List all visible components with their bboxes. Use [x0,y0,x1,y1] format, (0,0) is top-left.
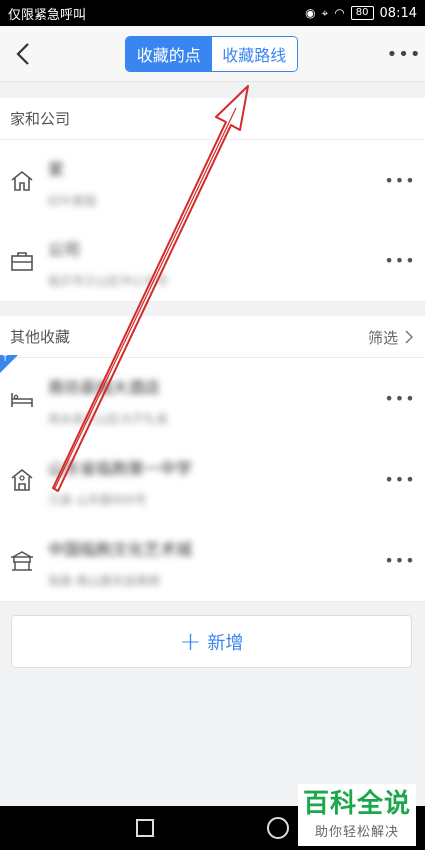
filter-button[interactable]: 筛选 [368,316,413,358]
culture-city-text: 中国临朐文化艺术城 张路 南山路东延南侧 [48,536,318,589]
list-item-title: 中国临朐文化艺术城 [48,540,193,559]
status-time: 08:14 [379,5,417,21]
section-title-others: 其他收藏 筛选 [0,316,425,358]
building-icon [8,547,36,575]
list-item-school[interactable]: 山东省临朐第一中学 兰县 山东路900号 ••• [0,439,425,521]
list-item-hotel[interactable]: 南坊县城大酒店 商水县兰山区大厅礼县 ••• [0,358,425,440]
back-button[interactable] [10,40,36,68]
list-item-home[interactable]: 家 红叶家园 ••• [0,140,425,222]
watermark-subtitle: 助你轻松解决 [314,824,399,840]
list-item-subtitle: 红叶家园 [48,194,97,208]
company-text: 公司 临沂市兰山区中心中号 [48,236,318,289]
list-item-title: 南坊县城大酒店 [48,378,161,397]
bed-icon [8,385,36,413]
signal-icon: ◉ [305,6,316,20]
row-more-button[interactable]: ••• [384,249,414,271]
plus-icon: + [179,626,202,657]
chevron-left-icon [16,43,29,65]
filter-label: 筛选 [367,328,398,347]
home-icon [8,167,36,195]
list-item-subtitle: 张路 南山路东延南侧 [48,574,160,588]
row-more-button[interactable]: ••• [384,549,414,571]
header: 收藏的点 收藏路线 ••• [0,26,425,82]
watermark-logo: 百科全说 助你轻松解决 [298,784,416,846]
list-item-title: 家 [48,160,65,179]
list-item-subtitle: 兰县 山东路900号 [48,493,147,507]
home-text: 家 红叶家园 [48,156,318,209]
header-more-button[interactable]: ••• [387,42,421,66]
list-item-culture-city[interactable]: 中国临朐文化艺术城 张路 南山路东延南侧 ••• [0,520,425,602]
status-bar: 仅限紧急呼叫 ◉ ⌖ ◠ 80 08:14 [0,0,425,26]
list-item-title: 公司 [48,240,81,259]
row-more-button[interactable]: ••• [384,387,414,409]
section-others-label: 其他收藏 [10,328,71,346]
briefcase-icon [8,247,36,275]
battery-icon: 80 [350,6,374,20]
tab-favorite-routes[interactable]: 收藏路线 [211,37,297,71]
tab-favorite-points[interactable]: 收藏的点 [126,37,212,71]
section-title-home-company: 家和公司 [0,98,425,140]
add-new-label: 新增 [207,632,244,654]
hotel-text: 南坊县城大酒店 商水县兰山区大厅礼县 [48,374,318,427]
list-item-company[interactable]: 公司 临沂市兰山区中心中号 ••• [0,220,425,302]
list-item-subtitle: 商水县兰山区大厅礼县 [48,412,169,426]
recent-apps-button[interactable] [136,819,155,837]
list-item-subtitle: 临沂市兰山区中心中号 [48,274,169,288]
add-new-button[interactable]: + 新增 [11,615,412,668]
segmented-control: 收藏的点 收藏路线 [125,36,298,72]
watermark-title: 百科全说 [302,789,411,820]
section-home-company-label: 家和公司 [10,110,71,128]
chevron-right-icon [405,330,413,344]
home-button[interactable] [266,817,289,839]
location-icon: ⌖ [321,6,329,20]
status-icons: ◉ ⌖ ◠ 80 08:14 [305,6,417,21]
wifi-icon: ◠ [334,6,345,20]
row-more-button[interactable]: ••• [384,468,414,490]
list-item-title: 山东省临朐第一中学 [48,459,193,478]
school-icon [8,466,36,494]
row-more-button[interactable]: ••• [384,169,414,191]
school-text: 山东省临朐第一中学 兰县 山东路900号 [48,455,318,508]
carrier-text: 仅限紧急呼叫 [8,7,87,23]
